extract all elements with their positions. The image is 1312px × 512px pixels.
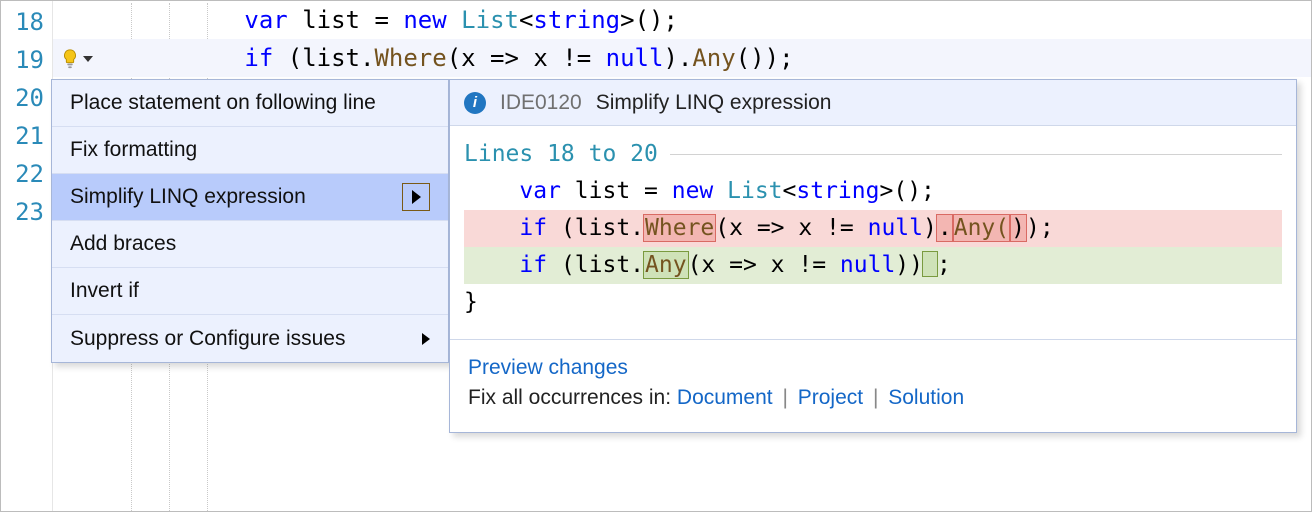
diagnostic-title: Simplify LINQ expression [596,91,832,115]
line-number: 19 [1,41,52,79]
code-line-18[interactable]: var list = new List<string>(); [53,1,1311,39]
menu-item-label: Add braces [70,232,176,256]
menu-item-label: Fix formatting [70,138,197,162]
preview-footer: Preview changes Fix all occurrences in: … [450,339,1296,432]
chevron-down-icon [83,56,93,62]
line-number: 21 [1,117,52,155]
code-fix-preview-panel: i IDE0120 Simplify LINQ expression Lines… [449,79,1297,433]
preview-header: i IDE0120 Simplify LINQ expression [450,80,1296,126]
fix-scope-solution[interactable]: Solution [888,386,964,409]
lightbulb-icon [59,48,81,70]
submenu-indicator [402,183,430,211]
menu-item-label: Suppress or Configure issues [70,327,345,351]
chevron-right-icon [422,333,430,345]
menu-item-add-braces[interactable]: Add braces [52,221,448,268]
fix-all-label: Fix all occurrences in: [468,386,677,409]
diff-line-removed: if (list.Where(x => x != null).Any()); [464,210,1282,247]
diff-range-label: Lines 18 to 20 [464,136,1282,173]
menu-item-fix-formatting[interactable]: Fix formatting [52,127,448,174]
editor-root: 18 19 20 21 22 23 var list = new List<st… [0,0,1312,512]
line-number: 20 [1,79,52,117]
menu-item-suppress-configure[interactable]: Suppress or Configure issues [52,315,448,362]
quick-actions-menu: Place statement on following line Fix fo… [51,79,449,363]
info-icon: i [464,92,486,114]
menu-item-invert-if[interactable]: Invert if [52,268,448,315]
fix-scope-document[interactable]: Document [677,386,773,409]
line-number: 23 [1,193,52,231]
diff-line-added: if (list.Any(x => x != null)); [464,247,1282,284]
separator: | [863,386,888,409]
chevron-right-icon [412,190,421,204]
code-line-19[interactable]: if (list.Where(x => x != null).Any()); [53,39,1311,77]
diff-line-unchanged: var list = new List<string>(); [464,173,1282,210]
menu-item-label: Simplify LINQ expression [70,185,306,209]
menu-item-simplify-linq[interactable]: Simplify LINQ expression [52,174,448,221]
line-number-gutter: 18 19 20 21 22 23 [1,1,53,511]
line-number: 22 [1,155,52,193]
menu-item-label: Place statement on following line [70,91,376,115]
menu-item-place-statement[interactable]: Place statement on following line [52,80,448,127]
code-area[interactable]: var list = new List<string>(); if (list.… [53,1,1311,77]
separator: | [773,386,798,409]
divider [670,154,1282,155]
lightbulb-quick-actions[interactable] [59,45,107,73]
preview-changes-link[interactable]: Preview changes [468,356,628,379]
diff-line-unchanged: } [464,284,1282,321]
fix-scope-project[interactable]: Project [798,386,863,409]
menu-item-label: Invert if [70,279,139,303]
diff-view: Lines 18 to 20 var list = new List<strin… [450,126,1296,339]
line-number: 18 [1,3,52,41]
diagnostic-id: IDE0120 [500,91,582,115]
insertion-marker [923,252,937,276]
